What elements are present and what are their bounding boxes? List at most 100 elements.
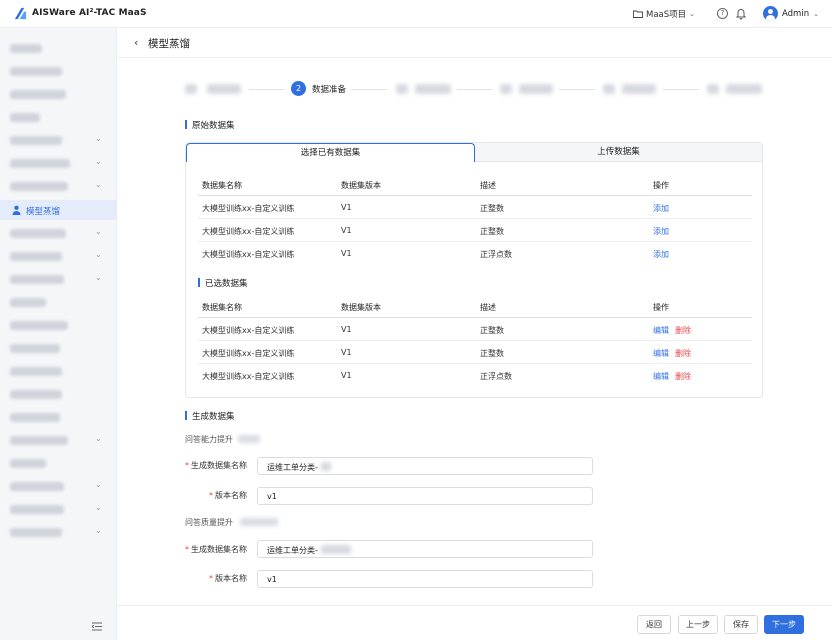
step-3-label	[415, 84, 451, 94]
page-title: 模型蒸馏	[148, 38, 190, 50]
user-icon	[12, 205, 21, 215]
step-connector	[249, 89, 285, 90]
row-actions: 编辑 删除	[653, 325, 691, 336]
edit-link[interactable]: 编辑	[653, 372, 669, 381]
sidebar-item[interactable]: ⌄	[0, 499, 117, 519]
chevron-down-icon: ⌄	[95, 180, 102, 189]
input-value: v1	[267, 575, 277, 584]
chevron-down-icon: ⌄	[95, 250, 102, 259]
step-6-icon	[707, 84, 719, 94]
dataset-name-cell: 大模型训练xx-自定义训练	[202, 204, 295, 213]
stepper: 2 数据准备	[185, 80, 765, 98]
dataset-desc-cell: 正整数	[480, 227, 504, 236]
chevron-down-icon: ⌄	[95, 434, 102, 443]
user-menu[interactable]: Admin ⌄	[763, 6, 819, 21]
step-connector	[457, 89, 493, 90]
edit-link[interactable]: 编辑	[653, 326, 669, 335]
table-row: 大模型训练xx-自定义训练 V1 正浮点数 编辑 删除	[198, 364, 752, 387]
form-label-dataset-name: * 生成数据集名称	[185, 460, 247, 471]
chevron-down-icon: ⌄	[95, 157, 102, 166]
dataset-desc-cell: 正整数	[480, 204, 504, 213]
version-name-input[interactable]: v1	[257, 487, 593, 505]
dataset-name-cell: 大模型训练xx-自定义训练	[202, 372, 295, 381]
sidebar-item[interactable]: ⌄	[0, 223, 117, 243]
sidebar-item[interactable]	[0, 338, 117, 358]
sidebar-item[interactable]	[0, 361, 117, 381]
add-link[interactable]: 添加	[653, 249, 669, 260]
step-1-icon	[185, 84, 197, 94]
group-title-qa-ability: 问答能力提升	[185, 435, 233, 444]
back-button[interactable]: 返回	[637, 615, 671, 634]
chevron-down-icon: ⌄	[813, 9, 819, 18]
dataset-version-cell: V1	[341, 249, 352, 258]
dataset-name-input[interactable]: 运维工单分类-	[257, 457, 593, 475]
dataset-desc-cell: 正整数	[480, 326, 504, 335]
sidebar-item[interactable]: ⌄	[0, 269, 117, 289]
dataset-name-cell: 大模型训练xx-自定义训练	[202, 227, 295, 236]
edit-link[interactable]: 编辑	[653, 349, 669, 358]
sidebar-item[interactable]: ⌄	[0, 176, 117, 196]
tab-upload-dataset[interactable]: 上传数据集	[475, 143, 762, 162]
sidebar-item-label: 模型蒸馏	[26, 207, 61, 217]
sidebar-item[interactable]: ⌄	[0, 246, 117, 266]
row-actions: 编辑 删除	[653, 371, 691, 382]
sidebar-item[interactable]: ⌄	[0, 476, 117, 496]
chevron-down-icon: ⌄	[95, 526, 102, 535]
footer-actions: 返回 上一步 保存 下一步	[117, 605, 832, 640]
next-step-button[interactable]: 下一步	[764, 615, 804, 634]
dataset-desc-cell: 正整数	[480, 349, 504, 358]
delete-link[interactable]: 删除	[675, 372, 691, 381]
delete-link[interactable]: 删除	[675, 349, 691, 358]
save-button[interactable]: 保存	[724, 615, 758, 634]
sidebar-item[interactable]	[0, 84, 117, 104]
sidebar-item[interactable]	[0, 453, 117, 473]
prev-step-button[interactable]: 上一步	[678, 615, 718, 634]
sidebar-item[interactable]: ⌄	[0, 153, 117, 173]
bell-icon[interactable]	[735, 7, 747, 20]
back-arrow-icon[interactable]: ‹	[134, 36, 138, 49]
help-icon[interactable]: ?	[717, 8, 728, 19]
dataset-version-cell: V1	[341, 226, 352, 235]
dataset-card: 选择已有数据集 上传数据集 数据集名称 数据集版本 描述 操作 大模型训练xx-…	[185, 142, 763, 398]
table-row: 大模型训练xx-自定义训练 V1 正整数 编辑 删除	[198, 318, 752, 341]
folder-icon	[633, 10, 643, 18]
step-3-icon	[396, 84, 408, 94]
column-header: 描述	[480, 303, 496, 312]
step-1-label	[207, 84, 241, 94]
step-4-icon	[500, 84, 512, 94]
section-title-selected-dataset: 已选数据集	[198, 277, 248, 289]
avatar	[763, 6, 778, 21]
add-link[interactable]: 添加	[653, 226, 669, 237]
collapse-sidebar-icon[interactable]	[92, 622, 102, 631]
sidebar-item[interactable]	[0, 61, 117, 81]
sidebar-item[interactable]: ⌄	[0, 430, 117, 450]
sidebar-item[interactable]	[0, 38, 117, 58]
dataset-version-cell: V1	[341, 325, 352, 334]
dataset-desc-cell: 正浮点数	[480, 250, 512, 259]
chevron-down-icon: ⌄	[95, 227, 102, 236]
add-link[interactable]: 添加	[653, 203, 669, 214]
sidebar-item[interactable]: ⌄	[0, 130, 117, 150]
version-name-input[interactable]: v1	[257, 570, 593, 588]
chevron-down-icon: ⌄	[95, 503, 102, 512]
sidebar-item[interactable]	[0, 384, 117, 404]
chevron-down-icon: ⌄	[95, 273, 102, 282]
tab-select-existing[interactable]: 选择已有数据集	[186, 143, 475, 162]
sidebar-item[interactable]	[0, 292, 117, 312]
required-mark: *	[209, 574, 213, 583]
sidebar-item-model-distill[interactable]: 模型蒸馏	[0, 200, 117, 220]
step-6-label	[726, 84, 762, 94]
sidebar-item[interactable]	[0, 407, 117, 427]
dataset-name-input[interactable]: 运维工单分类-	[257, 540, 593, 558]
sidebar-item[interactable]: ⌄	[0, 522, 117, 542]
sidebar-item[interactable]	[0, 315, 117, 335]
sidebar-item[interactable]	[0, 107, 117, 127]
app-title: AISWare AI²-TAC MaaS	[32, 8, 147, 18]
delete-link[interactable]: 删除	[675, 326, 691, 335]
column-header: 描述	[480, 181, 496, 190]
column-header: 操作	[653, 303, 669, 312]
sidebar: ⌄ ⌄ ⌄ 模型蒸馏 ⌄ ⌄ ⌄ ⌄ ⌄ ⌄ ⌄	[0, 28, 117, 640]
required-mark: *	[185, 461, 189, 470]
dataset-desc-cell: 正浮点数	[480, 372, 512, 381]
project-selector[interactable]: MaaS项目 ⌄	[633, 7, 695, 21]
